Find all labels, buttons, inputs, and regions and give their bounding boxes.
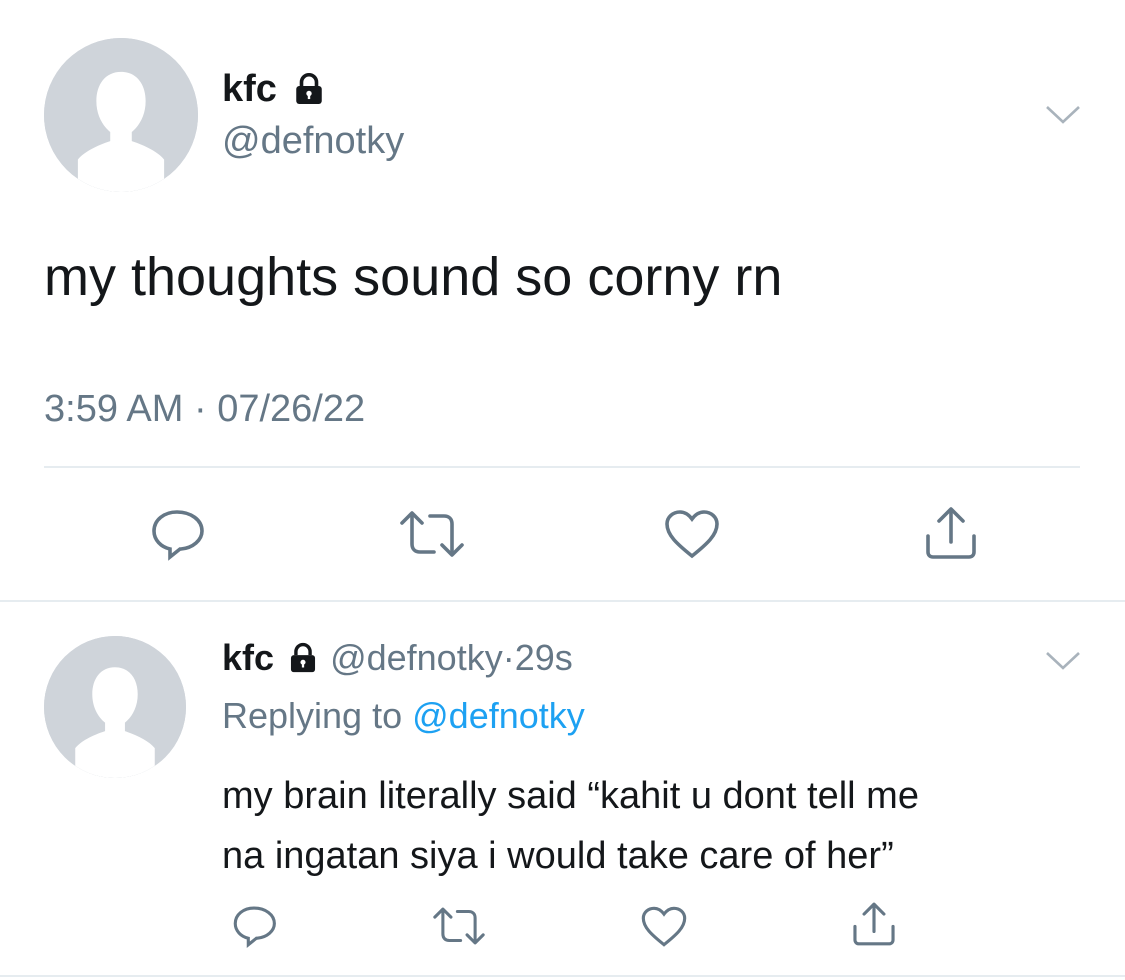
reply-icon[interactable] <box>230 904 278 948</box>
avatar[interactable] <box>44 636 186 778</box>
reply-header: kfc @defnotky·29s <box>222 636 573 680</box>
divider <box>44 466 1080 468</box>
reply-text: my brain literally said “kahit u dont te… <box>222 766 919 886</box>
reply-icon[interactable] <box>148 507 206 561</box>
author-name[interactable]: kfc <box>222 637 274 678</box>
tweet-time: 3:59 AM <box>44 388 184 430</box>
author-name[interactable]: kfc <box>222 68 277 110</box>
share-icon[interactable] <box>922 504 980 562</box>
author-name-row[interactable]: kfc <box>222 66 327 112</box>
reply-text-line: na ingatan siya i would take care of her… <box>222 835 894 877</box>
tweet-timestamp: 3:59 AM · 07/26/22 <box>44 386 365 432</box>
chevron-down-icon[interactable] <box>1042 98 1084 128</box>
author-handle[interactable]: @defnotky <box>330 637 503 678</box>
replying-to-label: Replying to <box>222 695 403 736</box>
tweet-age[interactable]: 29s <box>515 637 573 678</box>
heart-icon[interactable] <box>640 905 688 948</box>
lock-icon <box>296 72 323 104</box>
default-avatar-icon <box>44 38 198 192</box>
chevron-down-icon[interactable] <box>1042 644 1084 674</box>
share-icon[interactable] <box>850 900 898 948</box>
tweet-date: 07/26/22 <box>217 388 366 430</box>
tweet-text: my thoughts sound so corny rn <box>44 247 783 307</box>
author-handle[interactable]: @defnotky <box>222 118 404 164</box>
replying-to: Replying to @defnotky <box>222 694 585 738</box>
section-divider <box>0 600 1125 602</box>
default-avatar-icon <box>44 636 186 778</box>
replying-to-link[interactable]: @defnotky <box>412 695 585 736</box>
retweet-icon[interactable] <box>396 507 468 561</box>
bottom-divider <box>0 975 1125 977</box>
lock-icon <box>291 643 316 673</box>
heart-icon[interactable] <box>663 508 721 560</box>
retweet-icon[interactable] <box>430 904 488 948</box>
avatar[interactable] <box>44 38 198 192</box>
timestamp-separator: · <box>193 388 207 430</box>
reply-text-line: my brain literally said “kahit u dont te… <box>222 775 919 817</box>
header-separator: · <box>502 637 515 678</box>
